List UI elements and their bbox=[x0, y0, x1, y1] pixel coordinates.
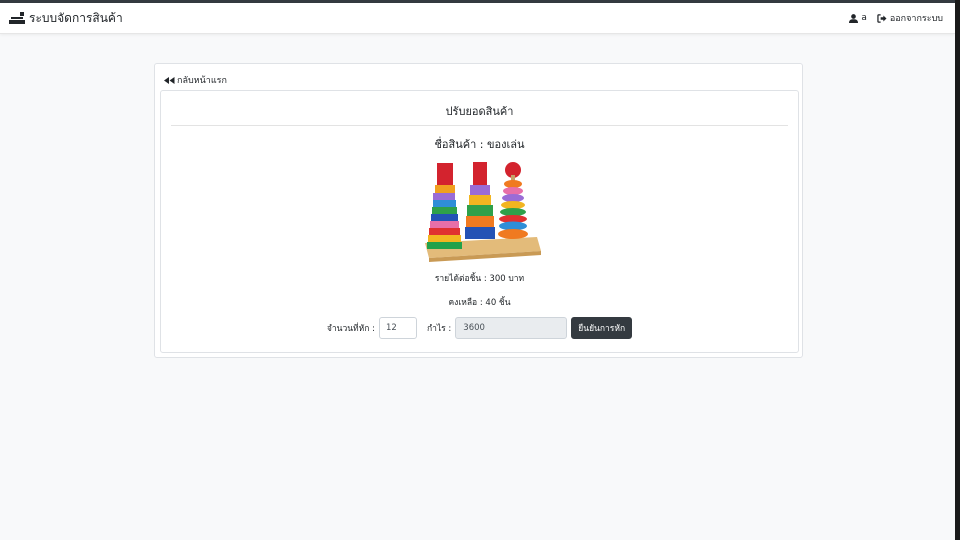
backward-icon bbox=[164, 76, 175, 84]
user-menu[interactable]: a bbox=[849, 13, 867, 23]
qty-label: จำนวนที่หัก : bbox=[326, 324, 375, 334]
adjust-stock-card: กลับหน้าแรก ปรับยอดสินค้า ชื่อสินค้า : ข… bbox=[154, 63, 803, 358]
back-home-link[interactable]: กลับหน้าแรก bbox=[164, 73, 227, 87]
qty-input[interactable] bbox=[378, 317, 417, 339]
navbar: ระบบจัดการสินค้า a ออกจากระบบ bbox=[0, 3, 955, 34]
profit-field bbox=[455, 317, 568, 339]
user-name: a bbox=[861, 13, 867, 23]
adjust-panel: ปรับยอดสินค้า ชื่อสินค้า : ของเล่น รายได… bbox=[160, 90, 799, 353]
income-per-piece: รายได้ต่อชิ้น : 300 บาท bbox=[434, 274, 525, 284]
warehouse-icon bbox=[9, 12, 25, 24]
product-image bbox=[425, 162, 541, 262]
profit-label: กำไร : bbox=[426, 324, 452, 334]
logout-label: ออกจากระบบ bbox=[889, 14, 943, 24]
window-edge bbox=[955, 0, 960, 540]
product-name: ชื่อสินค้า : ของเล่น bbox=[434, 138, 525, 151]
back-label: กลับหน้าแรก bbox=[177, 76, 227, 86]
sign-out-icon bbox=[877, 13, 887, 23]
deduct-form: จำนวนที่หัก : กำไร : ยืนยันการหัก bbox=[161, 317, 798, 339]
confirm-deduct-button[interactable]: ยืนยันการหัก bbox=[571, 317, 633, 339]
title-divider bbox=[171, 125, 788, 126]
user-icon bbox=[849, 13, 859, 23]
panel-title: ปรับยอดสินค้า bbox=[445, 105, 514, 118]
brand-text: ระบบจัดการสินค้า bbox=[29, 10, 123, 25]
nav-right: a ออกจากระบบ bbox=[849, 11, 943, 25]
logout-link[interactable]: ออกจากระบบ bbox=[877, 11, 943, 25]
brand-link[interactable]: ระบบจัดการสินค้า bbox=[9, 9, 123, 28]
remaining-stock: คงเหลือ : 40 ชิ้น bbox=[448, 298, 511, 308]
